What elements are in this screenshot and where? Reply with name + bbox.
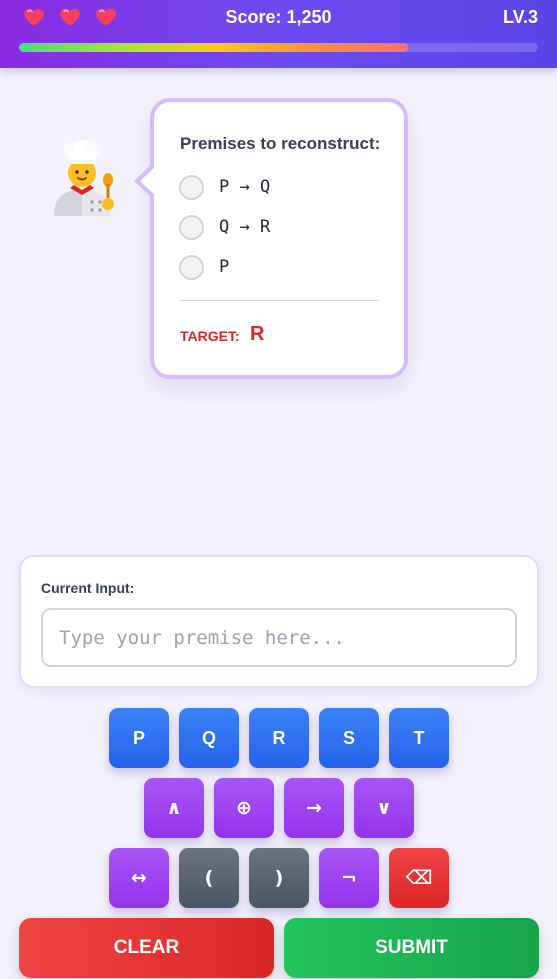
premise-radio[interactable] (179, 174, 204, 200)
key-p[interactable]: P (109, 708, 169, 768)
score-display: Score: 1,250 (225, 7, 332, 27)
level-progress-fill (19, 43, 409, 52)
premises-speech-bubble: Premises to reconstruct: P → Q Q → R P T… (134, 98, 408, 379)
key-r[interactable]: R (249, 708, 309, 768)
key-xor[interactable]: ⊕ (214, 778, 274, 838)
backspace-icon[interactable]: ⌫ (389, 848, 449, 908)
premise-text: P (219, 257, 230, 277)
submit-button[interactable]: SUBMIT (284, 918, 539, 978)
key-and[interactable]: ∧ (144, 778, 204, 838)
chef-character-icon (48, 140, 116, 220)
bubble-divider (179, 300, 379, 301)
key-s[interactable]: S (319, 708, 379, 768)
key-close-paren[interactable]: ) (249, 848, 309, 908)
key-or[interactable]: ∨ (354, 778, 414, 838)
premise-item[interactable]: Q → R (179, 214, 270, 240)
key-q[interactable]: Q (179, 708, 239, 768)
current-input-label: Current Input: (41, 580, 135, 596)
key-open-paren[interactable]: ( (179, 848, 239, 908)
game-hud: Score: 1,250 LV.3 (0, 0, 557, 68)
level-progress-bar (19, 43, 538, 52)
premise-item[interactable]: P → Q (179, 174, 270, 200)
premise-item[interactable]: P (179, 254, 229, 280)
key-not[interactable]: ¬ (319, 848, 379, 908)
clear-button[interactable]: CLEAR (19, 918, 274, 978)
premise-radio[interactable] (179, 254, 204, 280)
premise-text: P → Q (219, 177, 271, 197)
premise-radio[interactable] (179, 214, 204, 240)
key-implies[interactable]: → (284, 778, 344, 838)
current-input-card: Current Input: (19, 555, 539, 688)
target-value: R (250, 323, 265, 345)
premise-input[interactable] (41, 608, 517, 667)
target-label: TARGET: (180, 328, 240, 344)
premises-title: Premises to reconstruct: (180, 134, 381, 153)
key-t[interactable]: T (389, 708, 449, 768)
level-indicator: LV.3 (502, 7, 538, 27)
premise-text: Q → R (219, 217, 271, 237)
key-biconditional[interactable]: ↔ (109, 848, 169, 908)
